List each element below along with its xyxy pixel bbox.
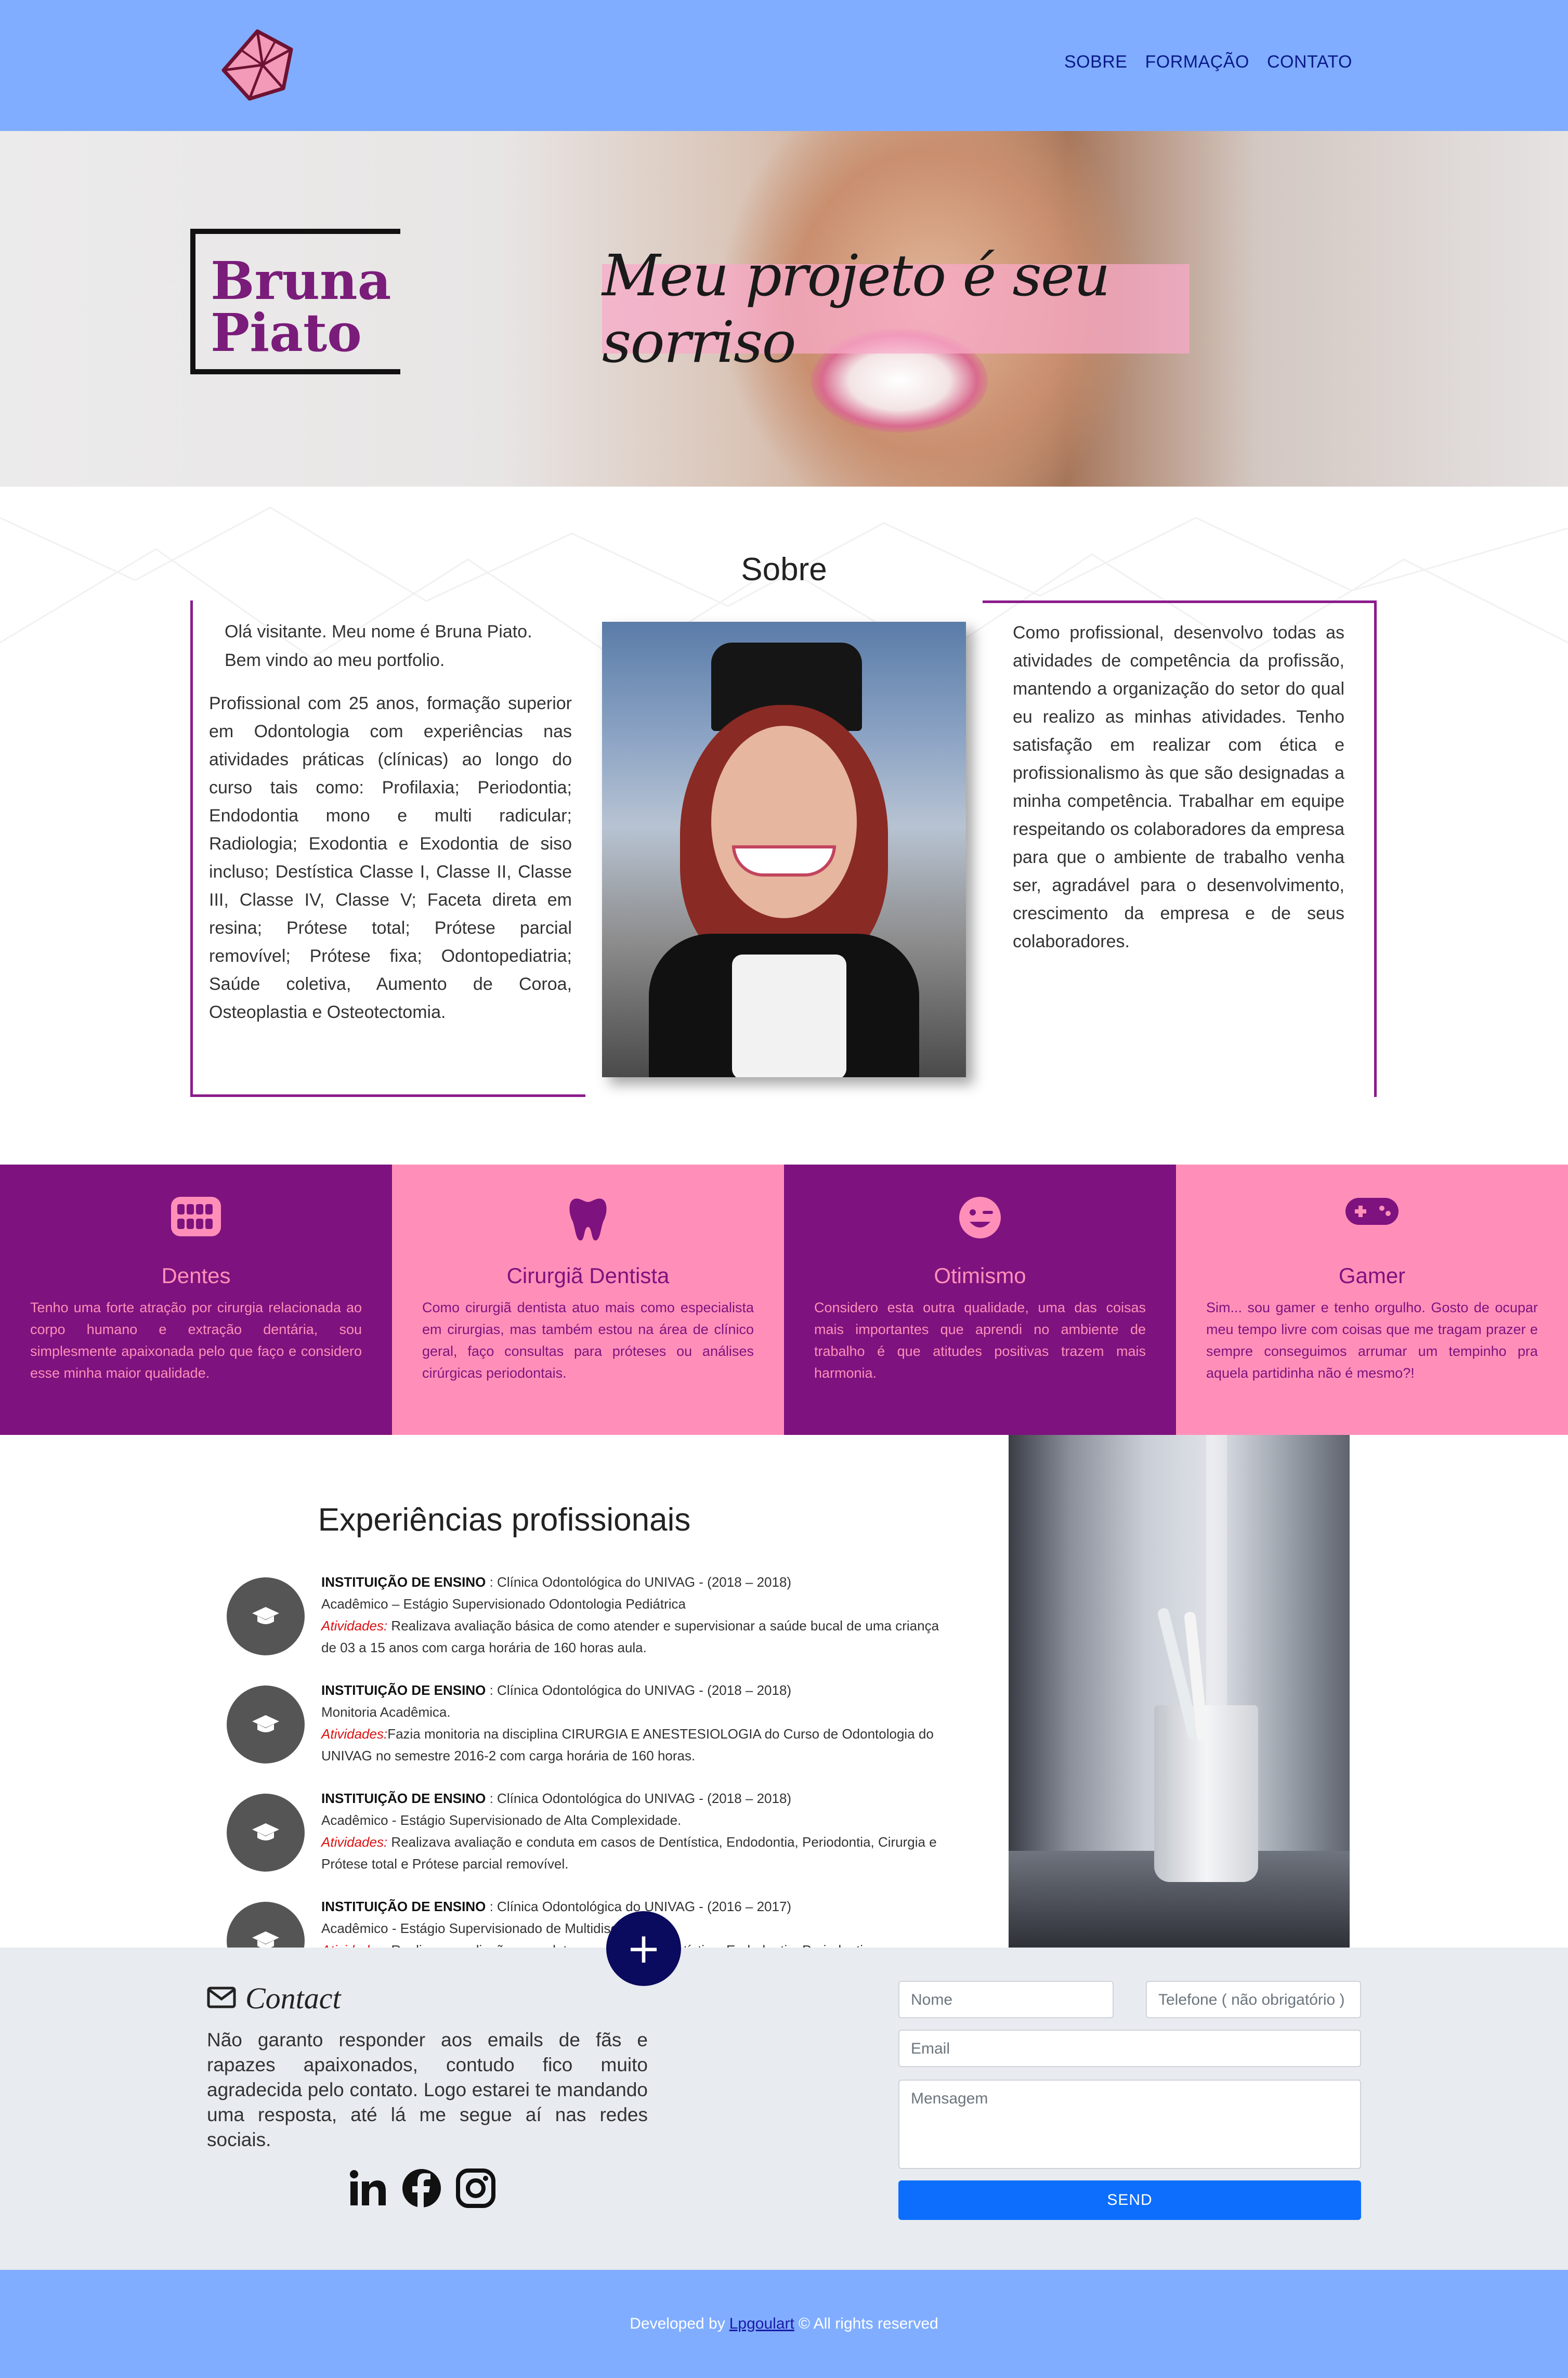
- envelope-icon: [207, 1981, 236, 2016]
- sobre-title: Sobre: [741, 552, 827, 587]
- institution-label: INSTITUIÇÃO DE ENSINO: [321, 1682, 486, 1698]
- greeting-line: Bem vindo ao meu portfolio.: [225, 650, 445, 670]
- experience-list: INSTITUIÇÃO DE ENSINO : Clínica Odontoló…: [218, 1565, 946, 1948]
- experience-role: Acadêmico – Estágio Supervisionado Odont…: [321, 1596, 686, 1612]
- wink-face-icon: [784, 1196, 1176, 1248]
- graduation-cap-icon: [227, 1902, 305, 1948]
- brand-last-name: Piato: [211, 302, 362, 363]
- gamepad-icon: [1176, 1196, 1568, 1248]
- contact-title: Contact: [207, 1981, 341, 2016]
- tooth-icon: [392, 1196, 784, 1248]
- social-links: [347, 2168, 496, 2211]
- sobre-right-paragraph: Como profissional, desenvolvo todas as a…: [1013, 623, 1344, 951]
- toothbrush-cup-photo: [1009, 1435, 1350, 1948]
- institution-label: INSTITUIÇÃO DE ENSINO: [321, 1574, 486, 1590]
- nav-links: SOBRE FORMAÇÃO CONTATO: [1064, 52, 1352, 72]
- greeting-line: Olá visitante. Meu nome é Bruna Piato.: [225, 622, 532, 642]
- institution-label: INSTITUIÇÃO DE ENSINO: [321, 1791, 486, 1806]
- feature-title: Cirurgiã Dentista: [506, 1263, 670, 1288]
- navbar: SOBRE FORMAÇÃO CONTATO: [0, 0, 1568, 131]
- experience-item: INSTITUIÇÃO DE ENSINO : Clínica Odontoló…: [218, 1565, 946, 1669]
- experience-details: INSTITUIÇÃO DE ENSINO : Clínica Odontoló…: [321, 1679, 945, 1767]
- profile-photo: [602, 622, 966, 1077]
- experience-place: : Clínica Odontológica do UNIVAG - (2018…: [489, 1574, 792, 1590]
- graduation-cap-icon: [227, 1794, 305, 1872]
- feature-text: Sim... sou gamer e tenho orgulho. Gosto …: [1206, 1300, 1538, 1381]
- experience-details: INSTITUIÇÃO DE ENSINO : Clínica Odontoló…: [321, 1787, 945, 1875]
- experience-role: Monitoria Acadêmica.: [321, 1704, 451, 1720]
- contact-paragraph: Não garanto responder aos emails de fãs …: [207, 2029, 648, 2150]
- activities-label: Atividades:: [321, 1834, 388, 1850]
- expand-plus-button[interactable]: +: [606, 1911, 681, 1986]
- teeth-icon: [0, 1196, 392, 1248]
- linkedin-icon[interactable]: [347, 2168, 388, 2211]
- footer-prefix: Developed by: [630, 2315, 725, 2332]
- diamond-logo-icon[interactable]: [213, 21, 302, 109]
- experience-role: Acadêmico - Estágio Supervisionado de Al…: [321, 1812, 682, 1828]
- experience-item: INSTITUIÇÃO DE ENSINO : Clínica Odontoló…: [218, 1673, 946, 1777]
- message-textarea[interactable]: Mensagem: [898, 2080, 1361, 2169]
- experience-item: INSTITUIÇÃO DE ENSINO : Clínica Odontoló…: [218, 1889, 946, 1948]
- experience-activities: Realizava avaliação e conduta em casos d…: [321, 1834, 937, 1872]
- experience-place: : Clínica Odontológica do UNIVAG - (2018…: [489, 1791, 792, 1806]
- features-row: Dentes Tenho uma forte atração por cirur…: [0, 1165, 1568, 1435]
- phone-input[interactable]: Telefone ( não obrigatório ): [1146, 1981, 1361, 2018]
- feature-title: Dentes: [161, 1263, 231, 1288]
- footer-author-link[interactable]: Lpgoulart: [729, 2315, 794, 2333]
- feature-card: Cirurgiã Dentista Como cirurgiã dentista…: [392, 1165, 784, 1435]
- sobre-greeting: Olá visitante. Meu nome é Bruna Piato. B…: [225, 618, 578, 675]
- feature-card: Gamer Sim... sou gamer e tenho orgulho. …: [1176, 1165, 1568, 1435]
- feature-title: Otimismo: [934, 1263, 1026, 1288]
- nav-link-contato[interactable]: CONTATO: [1267, 52, 1352, 72]
- experience-activities: Fazia monitoria na disciplina CIRURGIA E…: [321, 1726, 934, 1763]
- experience-place: : Clínica Odontológica do UNIVAG - (2018…: [489, 1682, 792, 1698]
- footer-copyright: © All rights reserved: [798, 2315, 938, 2332]
- brand-first-name: Bruna: [211, 250, 391, 311]
- brand-name: Bruna Piato: [211, 255, 391, 359]
- send-button[interactable]: SEND: [898, 2180, 1361, 2220]
- feature-text: Considero esta outra qualidade, uma das …: [814, 1300, 1146, 1381]
- graduation-cap-icon: [227, 1685, 305, 1763]
- feature-text: Tenho uma forte atração por cirurgia rel…: [30, 1300, 362, 1381]
- footer: Developed by Lpgoulart © All rights rese…: [0, 2270, 1568, 2378]
- experience-activities: Realizava avaliação básica de como atend…: [321, 1618, 939, 1655]
- contact-title-text: Contact: [245, 1981, 341, 2015]
- activities-label: Atividades:: [321, 1942, 387, 1948]
- graduation-cap-icon: [227, 1577, 305, 1655]
- activities-label: Atividades:: [321, 1618, 388, 1634]
- name-input[interactable]: Nome: [898, 1981, 1114, 2018]
- email-input[interactable]: Email: [898, 2030, 1361, 2067]
- experience-item: INSTITUIÇÃO DE ENSINO : Clínica Odontoló…: [218, 1781, 946, 1885]
- experience-details: INSTITUIÇÃO DE ENSINO : Clínica Odontoló…: [321, 1571, 945, 1658]
- feature-card: Dentes Tenho uma forte atração por cirur…: [0, 1165, 392, 1435]
- feature-title: Gamer: [1338, 1263, 1406, 1288]
- institution-label: INSTITUIÇÃO DE ENSINO: [321, 1899, 486, 1914]
- feature-text: Como cirurgiã dentista atuo mais como es…: [422, 1300, 754, 1381]
- facebook-icon[interactable]: [401, 2168, 442, 2211]
- experience-title: Experiências profissionais: [318, 1502, 691, 1538]
- instagram-icon[interactable]: [455, 2168, 496, 2211]
- activities-label: Atividades:: [321, 1726, 388, 1742]
- hero-tagline: Meu projeto é seu sorriso: [602, 242, 1110, 375]
- sobre-left-paragraph: Profissional com 25 anos, formação super…: [209, 694, 572, 1022]
- nav-link-formacao[interactable]: FORMAÇÃO: [1145, 52, 1249, 72]
- nav-link-sobre[interactable]: SOBRE: [1064, 52, 1128, 72]
- feature-card: Otimismo Considero esta outra qualidade,…: [784, 1165, 1176, 1435]
